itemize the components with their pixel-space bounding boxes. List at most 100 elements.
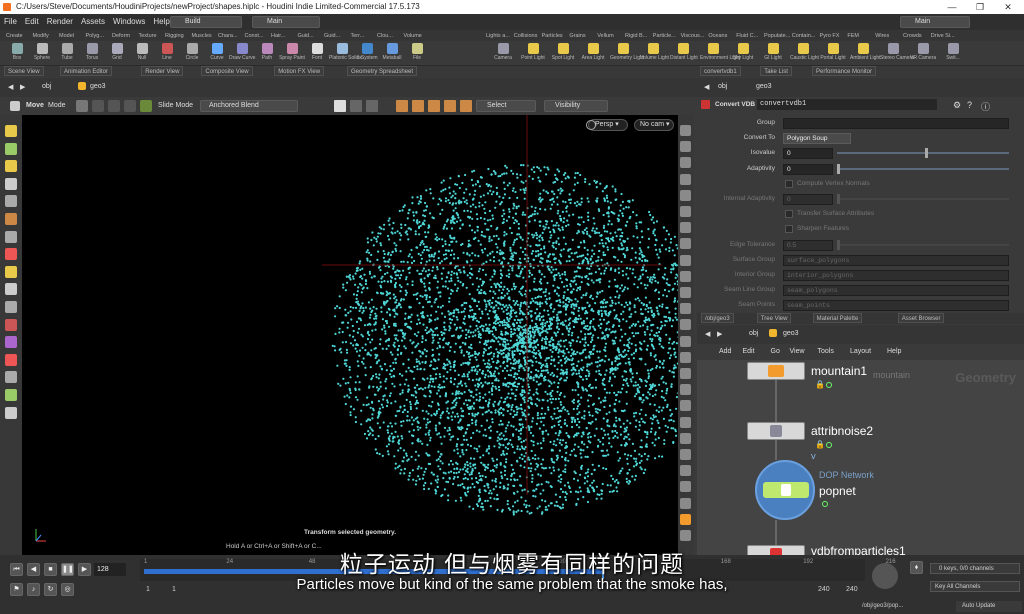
display-option-1-icon[interactable] xyxy=(680,125,691,136)
tool-caustic-light[interactable]: Caustic Light xyxy=(790,42,819,66)
tool-portal-light[interactable]: Portal Light xyxy=(820,42,846,66)
display-option-23-icon[interactable] xyxy=(680,481,691,493)
param-checkbox-sharpen-features[interactable] xyxy=(785,225,793,234)
node-popnet-flag-icon[interactable] xyxy=(822,501,828,507)
restore-button[interactable]: ❐ xyxy=(966,0,994,14)
display-option-17-icon[interactable] xyxy=(680,384,691,396)
tool-distant-light[interactable]: Distant Light xyxy=(670,42,698,66)
shelf-tab-lights-a[interactable]: Lights a... xyxy=(484,31,512,41)
node-attribnoise2[interactable] xyxy=(747,422,805,440)
shelf-tab-fem[interactable]: FEM xyxy=(845,31,861,41)
tool-geometry-light[interactable]: Geometry Light xyxy=(610,42,644,66)
tool-line[interactable]: Line xyxy=(154,42,180,66)
network-editor[interactable]: Geometry mountain1 mountain 🔒 attribnois… xyxy=(697,360,1024,555)
auto-update-dropdown[interactable]: Auto Update xyxy=(956,601,1022,612)
shelf-tab-oceans[interactable]: Oceans xyxy=(706,31,729,41)
net-menu-tools[interactable]: Tools xyxy=(818,348,834,355)
net-menu-go[interactable]: Go xyxy=(771,348,780,355)
node-mountain1-flag-icon[interactable] xyxy=(826,382,832,388)
tool-vr-camera[interactable]: VR Camera xyxy=(910,42,936,66)
desktop-main-dropdown[interactable]: Main xyxy=(252,16,320,28)
tool-spray-paint[interactable]: Spray Paint xyxy=(279,42,305,66)
param-field-group[interactable] xyxy=(783,118,1009,129)
tool-metaball[interactable]: Metaball xyxy=(379,42,405,66)
shelf-tab-fluid-c[interactable]: Fluid C... xyxy=(734,31,760,41)
left-tool-14-icon[interactable] xyxy=(5,353,17,366)
path-obj[interactable]: obj xyxy=(42,83,51,90)
brush-icon[interactable] xyxy=(366,100,378,112)
node-mountain1[interactable] xyxy=(747,362,805,380)
shelf-tab-create[interactable]: Create xyxy=(4,31,25,41)
params-path-geo[interactable]: geo3 xyxy=(756,83,772,90)
tool-font[interactable]: Font xyxy=(304,42,330,66)
param-slider-adaptivity[interactable] xyxy=(837,163,1009,174)
close-button[interactable]: ✕ xyxy=(994,0,1022,14)
menu-edit[interactable]: Edit xyxy=(21,14,43,30)
pane-tab-scene-view[interactable]: Scene View xyxy=(4,66,44,76)
net-back-icon[interactable]: ◀ xyxy=(705,330,710,338)
left-tool-5-icon[interactable] xyxy=(5,195,17,208)
tool-stereo-camera[interactable]: Stereo Camera xyxy=(880,42,914,66)
slide-icon[interactable] xyxy=(140,100,152,112)
display-option-19-icon[interactable] xyxy=(680,416,691,428)
shelf-tab-contain[interactable]: Contain... xyxy=(790,31,818,41)
pane-tab-performance-monitor[interactable]: Performance Monitor xyxy=(812,66,877,76)
back-icon[interactable]: ◀ xyxy=(8,83,13,91)
tool-platonic-solids[interactable]: Platonic Solids xyxy=(329,42,362,66)
shelf-tab-guid[interactable]: Guid... xyxy=(322,31,342,41)
select-edges-icon[interactable] xyxy=(412,100,424,112)
left-tool-11-icon[interactable] xyxy=(5,301,17,313)
display-option-16-icon[interactable] xyxy=(680,368,691,379)
tool-sphere[interactable]: Sphere xyxy=(29,42,55,66)
visibility-dropdown[interactable]: Visibility xyxy=(544,100,608,112)
net-menu-layout[interactable]: Layout xyxy=(850,348,871,355)
display-option-4-icon[interactable] xyxy=(680,173,691,185)
shelf-tab-collisions[interactable]: Collisions xyxy=(512,31,540,41)
shelf-tab-pyro-fx[interactable]: Pyro FX xyxy=(818,31,842,41)
menu-windows[interactable]: Windows xyxy=(109,14,149,30)
shelf-tab-guid[interactable]: Guid... xyxy=(296,31,316,41)
display-option-11-icon[interactable] xyxy=(680,287,691,298)
param-slider-internal-adaptivity[interactable] xyxy=(837,194,1009,204)
shelf-tab-viscous[interactable]: Viscous... xyxy=(679,31,707,41)
anchored-blend-dropdown[interactable]: Anchored Blend xyxy=(200,100,298,112)
net-menu-add[interactable]: Add xyxy=(719,348,731,355)
param-slider-handle-isovalue[interactable] xyxy=(925,148,928,159)
tool-path[interactable]: Path xyxy=(254,42,280,66)
shelf-tab-crowds[interactable]: Crowds xyxy=(901,31,924,41)
shelf-tab-const[interactable]: Const... xyxy=(243,31,266,41)
move-tool-icon[interactable] xyxy=(10,101,20,111)
minimize-button[interactable]: — xyxy=(938,0,966,14)
shelf-tab-chara[interactable]: Chara... xyxy=(216,31,240,41)
pane-tab-geometry-spreadsheet[interactable]: Geometry Spreadsheet xyxy=(347,66,418,76)
display-option-5-icon[interactable] xyxy=(680,189,691,201)
param-field-edge-tolerance[interactable]: 0.5 xyxy=(783,239,833,251)
param-menu-convert-to[interactable]: Polygon Soup xyxy=(783,133,851,145)
shelf-tab-hair[interactable]: Hair... xyxy=(269,31,287,41)
tool-area-light[interactable]: Area Light xyxy=(580,42,606,66)
left-tool-1-icon[interactable] xyxy=(5,125,17,137)
desktop-main-right-dropdown[interactable]: Main xyxy=(900,16,970,28)
pane-tab-composite-view[interactable]: Composite View xyxy=(201,66,253,76)
net-forward-icon[interactable]: ▶ xyxy=(717,330,722,338)
param-field-adaptivity[interactable]: 0 xyxy=(783,163,833,175)
net-tab-asset-browser[interactable]: Asset Browser xyxy=(897,313,945,323)
display-option-15-icon[interactable] xyxy=(680,351,691,363)
tool-curve[interactable]: Curve xyxy=(204,42,230,66)
param-slider-handle-edge-tolerance[interactable] xyxy=(837,239,840,250)
param-field-internal-adaptivity[interactable]: 0 xyxy=(783,194,833,205)
desktop-build-dropdown[interactable]: Build xyxy=(170,16,242,28)
display-option-7-icon[interactable] xyxy=(680,222,691,234)
shelf-tab-wires[interactable]: Wires xyxy=(873,31,891,41)
tool-l-system[interactable]: L-System xyxy=(354,42,380,66)
left-tool-4-icon[interactable] xyxy=(5,177,17,190)
shelf-tab-muscles[interactable]: Muscles xyxy=(190,31,214,41)
display-option-8-icon[interactable] xyxy=(680,238,691,250)
left-tool-3-icon[interactable] xyxy=(5,160,17,173)
net-tab-material-palette[interactable]: Material Palette xyxy=(812,313,863,323)
display-option-9-icon[interactable] xyxy=(680,254,691,266)
param-slider-edge-tolerance[interactable] xyxy=(837,239,1009,250)
shelf-tab-rigid-b[interactable]: Rigid B... xyxy=(623,31,649,41)
param-slider-handle-adaptivity[interactable] xyxy=(837,163,840,174)
tool-volume-light[interactable]: Volume Light xyxy=(640,42,669,66)
